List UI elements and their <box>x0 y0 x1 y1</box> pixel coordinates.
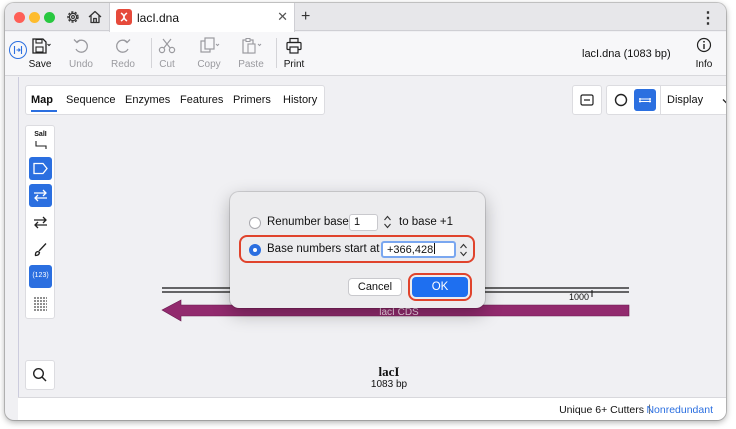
primer-tool-button[interactable] <box>29 211 52 234</box>
renumber-dialog: Renumber base 1 to base +1 Base numbers … <box>230 192 485 308</box>
zoom-window-button[interactable] <box>44 12 55 23</box>
feature-tag-icon <box>33 162 48 175</box>
renumber-base-input[interactable]: 1 <box>349 214 378 231</box>
active-tab-indicator <box>31 110 57 112</box>
control-divider <box>660 86 661 114</box>
tab-enzymes[interactable]: Enzymes <box>125 94 170 106</box>
text-lines-icon <box>34 297 47 311</box>
new-tab-button[interactable]: + <box>301 8 310 26</box>
map-title: lacI <box>378 364 400 379</box>
enzyme-set-selector[interactable]: Unique 6+ Cutters <box>559 404 644 416</box>
start-at-label: Base numbers start at <box>267 243 380 255</box>
print-label: Print <box>283 59 305 70</box>
save-button[interactable]: Save <box>20 36 60 70</box>
start-number-input[interactable]: +366,428 <box>381 241 456 258</box>
renumber-suffix: to base +1 <box>399 216 454 228</box>
main-toolbar: Save Undo Redo Cut Copy Paste Print lacI… <box>5 32 726 76</box>
enzyme-site-tool[interactable]: SalI <box>29 129 52 152</box>
cut-button[interactable]: Cut <box>147 36 187 70</box>
copy-button[interactable]: Copy <box>189 36 229 70</box>
info-button[interactable]: Info <box>684 36 724 70</box>
settings-gear-icon[interactable] <box>65 9 81 25</box>
save-disk-icon <box>32 38 51 54</box>
text-caret <box>434 243 436 254</box>
scissors-icon <box>158 38 176 54</box>
tab-sequence[interactable]: Sequence <box>66 94 116 106</box>
renumber-radio[interactable] <box>249 217 261 229</box>
circular-map-icon[interactable] <box>607 86 635 114</box>
sequence-view-toggle-button[interactable] <box>572 85 602 115</box>
linear-sequence-icon <box>580 94 594 106</box>
tab-title: lacI.dna <box>137 11 180 25</box>
paintbrush-icon <box>34 243 47 257</box>
enzyme-tool-label: SalI <box>34 131 47 138</box>
print-button[interactable]: Print <box>274 36 314 70</box>
linear-map-icon <box>639 98 651 103</box>
undo-label: Undo <box>69 59 93 70</box>
find-button[interactable] <box>25 360 55 390</box>
tab-close-icon[interactable]: ✕ <box>277 9 288 25</box>
save-label: Save <box>28 59 52 70</box>
copy-label: Copy <box>197 59 221 70</box>
orf-tool-button[interactable] <box>29 184 52 207</box>
linear-map-button[interactable] <box>634 89 656 111</box>
feature-label: lacI CDS <box>379 307 419 318</box>
undo-button[interactable]: Undo <box>61 36 101 70</box>
numbering-tool-label: (123) <box>32 272 49 279</box>
document-tab[interactable]: lacI.dna ✕ <box>109 3 295 32</box>
tab-history[interactable]: History <box>283 94 317 106</box>
copy-icon <box>200 37 220 53</box>
file-name: lacI.dna <box>582 48 621 60</box>
title-bar: lacI.dna ✕ + ⋮ <box>5 3 726 32</box>
color-tool-button[interactable] <box>29 238 52 261</box>
primer-arrows-icon <box>34 216 47 229</box>
start-number-value: +366,428 <box>387 244 434 256</box>
status-bar: Unique 6+ Cutters | Nonredundant <box>18 397 726 420</box>
paste-label: Paste <box>238 59 264 70</box>
ok-button[interactable]: OK <box>412 277 468 297</box>
display-menu-label: Display <box>667 94 704 106</box>
printer-icon <box>286 37 302 54</box>
more-menu-icon[interactable]: ⋮ <box>700 8 716 28</box>
minimize-window-button[interactable] <box>29 12 40 23</box>
view-tab-bar: Map Sequence Enzymes Features Primers Hi… <box>25 85 325 115</box>
info-icon <box>696 37 712 53</box>
file-size: (1083 bp) <box>623 48 671 60</box>
map-shape-group: Display <box>606 85 726 115</box>
nonredundant-toggle[interactable]: Nonredundant <box>646 404 713 416</box>
close-window-button[interactable] <box>14 12 25 23</box>
redo-label: Redo <box>111 59 135 70</box>
chevron-down-icon <box>722 99 726 104</box>
home-icon[interactable] <box>87 9 103 25</box>
tab-primers[interactable]: Primers <box>233 94 271 106</box>
renumber-stepper-icon[interactable] <box>383 214 392 230</box>
renumber-label: Renumber base <box>267 216 349 228</box>
info-label: Info <box>695 59 713 70</box>
magnifier-search-icon <box>32 367 47 382</box>
start-at-radio[interactable] <box>249 244 261 256</box>
app-window: lacI.dna ✕ + ⋮ Save Undo Redo Cut Copy P… <box>5 3 726 420</box>
paste-button[interactable]: Paste <box>231 36 271 70</box>
translation-tool-button[interactable] <box>29 292 52 315</box>
map-length: 1083 bp <box>370 379 408 390</box>
numbering-tool-button[interactable]: (123) <box>29 265 52 288</box>
start-stepper-icon[interactable] <box>459 242 468 258</box>
cut-site-icon <box>35 141 47 149</box>
cancel-button[interactable]: Cancel <box>348 278 402 296</box>
map-side-toolbar: SalI (123) <box>25 125 55 319</box>
undo-arrow-icon <box>73 39 88 53</box>
bidirectional-arrows-icon <box>34 189 47 202</box>
display-menu-button[interactable]: Display <box>667 94 726 106</box>
clipboard-icon <box>242 38 262 54</box>
redo-arrow-icon <box>116 39 131 53</box>
tab-map[interactable]: Map <box>31 94 53 106</box>
snapgene-logo-icon <box>116 9 132 25</box>
tab-features[interactable]: Features <box>180 94 223 106</box>
feature-tool-button[interactable] <box>29 157 52 180</box>
file-info: lacI.dna (1083 bp) <box>582 48 671 60</box>
cut-label: Cut <box>159 59 175 70</box>
map-tick-label: 1000 <box>569 292 589 302</box>
redo-button[interactable]: Redo <box>103 36 143 70</box>
